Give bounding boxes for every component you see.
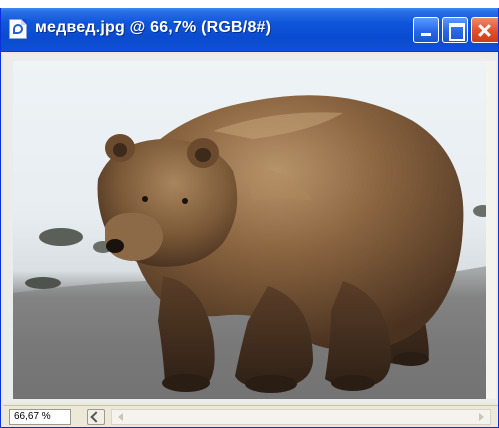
minimize-button[interactable] <box>413 17 439 43</box>
bear-paw <box>393 352 429 366</box>
scroll-left-icon[interactable] <box>118 413 123 421</box>
status-bar: 66,67 % <box>3 405 498 427</box>
bear-muzzle <box>105 212 163 261</box>
navigator-icon <box>90 411 102 423</box>
canvas-area[interactable] <box>3 53 498 403</box>
bear-paw <box>245 375 297 393</box>
bear-illustration <box>13 95 488 399</box>
bear-photo[interactable] <box>13 61 488 399</box>
bear-nose <box>106 239 124 253</box>
bear-eye <box>182 198 188 204</box>
bear-ear-inner <box>195 148 211 162</box>
stone <box>25 277 61 289</box>
page-fold <box>21 19 27 25</box>
navigator-button[interactable] <box>87 409 105 425</box>
scroll-right-icon[interactable] <box>479 413 484 421</box>
document-glyph <box>13 24 23 34</box>
window-title: медвед.jpg @ 66,7% (RGB/8#) <box>35 19 272 36</box>
bear-paw <box>331 375 375 391</box>
stone <box>39 228 83 246</box>
bear-paw <box>162 374 210 392</box>
document-window: медвед.jpg @ 66,7% (RGB/8#) 66,67 % <box>0 8 499 428</box>
bear-ear-inner <box>113 143 127 157</box>
title-bar[interactable]: медвед.jpg @ 66,7% (RGB/8#) <box>1 8 498 52</box>
zoom-level-field[interactable]: 66,67 % <box>9 409 71 425</box>
horizontal-scrollbar[interactable] <box>111 409 491 425</box>
bear-eye <box>142 196 148 202</box>
vertical-scrollbar[interactable] <box>486 61 496 399</box>
photoshop-document-icon[interactable] <box>9 19 27 39</box>
close-button[interactable] <box>471 17 498 43</box>
maximize-button[interactable] <box>442 17 468 43</box>
